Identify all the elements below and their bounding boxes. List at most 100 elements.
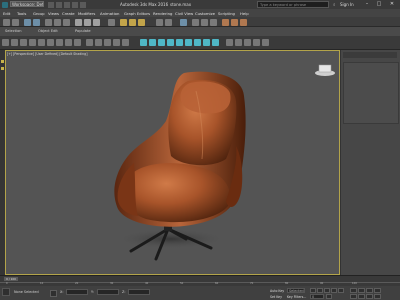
undo-icon[interactable]: [72, 1, 78, 8]
mirror-icon[interactable]: [156, 18, 163, 26]
selected-dropdown[interactable]: Selected: [287, 288, 305, 293]
link-icon[interactable]: [24, 18, 31, 26]
menu-modifiers[interactable]: Modifiers: [78, 11, 95, 16]
save-file-icon[interactable]: [64, 1, 70, 8]
tool-icon[interactable]: [29, 39, 36, 46]
menu-customize[interactable]: Customize: [195, 11, 215, 16]
time-slider[interactable]: 0 / 100 0 10 20 30 40 50 60 70 80 90 100: [0, 275, 400, 286]
field-of-view-icon[interactable]: [350, 294, 357, 299]
menu-civil-view[interactable]: Civil View: [175, 11, 193, 16]
redo-icon[interactable]: [80, 1, 86, 8]
new-file-icon[interactable]: [48, 1, 54, 8]
zoom-extents-icon[interactable]: [366, 288, 373, 293]
undo-icon[interactable]: [3, 18, 10, 26]
snap-toggle-icon[interactable]: [120, 18, 127, 26]
menu-group[interactable]: Group: [33, 11, 45, 16]
material-editor-icon[interactable]: [210, 18, 217, 26]
viewcube-icon[interactable]: [314, 63, 336, 77]
menu-create[interactable]: Create: [62, 11, 75, 16]
menu-views[interactable]: Views: [48, 11, 59, 16]
menu-help[interactable]: Help: [240, 11, 249, 16]
unlink-icon[interactable]: [33, 18, 40, 26]
select-scale-icon[interactable]: [93, 18, 100, 26]
sign-in-button[interactable]: Sign In: [340, 2, 354, 7]
go-to-start-icon[interactable]: [310, 288, 316, 293]
x-coordinate-field[interactable]: [66, 289, 88, 295]
tool-icon[interactable]: [56, 39, 63, 46]
tool-icon[interactable]: [11, 39, 18, 46]
search-input[interactable]: Type a keyword or phrase: [257, 1, 329, 8]
tool-icon[interactable]: [47, 39, 54, 46]
current-frame-field[interactable]: 0: [310, 294, 324, 299]
select-region-icon[interactable]: [63, 18, 70, 26]
lock-selection-icon[interactable]: [50, 289, 57, 297]
time-slider-thumb[interactable]: 0 / 100: [4, 277, 18, 281]
snaps-icon[interactable]: [194, 39, 201, 46]
tool-icon[interactable]: [113, 39, 120, 46]
menu-scripting[interactable]: Scripting: [218, 11, 235, 16]
snaps-icon[interactable]: [158, 39, 165, 46]
open-file-icon[interactable]: [56, 1, 62, 8]
key-filters-button[interactable]: Key Filters...: [287, 295, 306, 299]
set-key-button[interactable]: Set Key: [270, 295, 282, 299]
snaps-icon[interactable]: [212, 39, 219, 46]
tool-icon[interactable]: [74, 39, 81, 46]
z-coordinate-field[interactable]: [128, 289, 150, 295]
tool-icon[interactable]: [2, 39, 9, 46]
zoom-icon[interactable]: [350, 288, 357, 293]
tab-selection[interactable]: Selection: [5, 29, 22, 33]
workspace-dropdown[interactable]: Workspace: Default: [10, 1, 44, 7]
menu-edit[interactable]: Edit: [3, 11, 10, 16]
render-icon[interactable]: [240, 18, 247, 26]
tool-icon[interactable]: [95, 39, 102, 46]
search-icon[interactable]: ⌕: [333, 2, 336, 8]
tool-icon[interactable]: [104, 39, 111, 46]
minimize-button[interactable]: –: [362, 1, 372, 8]
play-icon[interactable]: [324, 288, 330, 293]
pivot-icon[interactable]: [108, 18, 115, 26]
tool-icon[interactable]: [235, 39, 242, 46]
tool-icon[interactable]: [226, 39, 233, 46]
tab-populate[interactable]: Populate: [75, 29, 91, 33]
maxscript-listener-icon[interactable]: [2, 288, 10, 296]
select-object-icon[interactable]: [45, 18, 52, 26]
maximize-button[interactable]: □: [374, 1, 384, 8]
menu-rendering[interactable]: Rendering: [153, 11, 172, 16]
select-by-name-icon[interactable]: [54, 18, 61, 26]
auto-key-button[interactable]: Auto Key: [270, 289, 284, 293]
layer-explorer-icon[interactable]: [180, 18, 187, 26]
zoom-extents-all-icon[interactable]: [374, 288, 381, 293]
app-logo-icon[interactable]: [2, 1, 8, 8]
go-to-end-icon[interactable]: [338, 288, 344, 293]
perspective-viewport[interactable]: [+] [Perspective] [User Defined] [Defaul…: [5, 50, 340, 275]
menu-animation[interactable]: Animation: [100, 11, 119, 16]
menu-graph-editors[interactable]: Graph Editors: [124, 11, 150, 16]
snaps-icon[interactable]: [176, 39, 183, 46]
viewport-label[interactable]: [+] [Perspective] [User Defined] [Defaul…: [7, 52, 87, 56]
command-panel-tabs[interactable]: [343, 52, 397, 58]
snaps-icon[interactable]: [149, 39, 156, 46]
schematic-view-icon[interactable]: [201, 18, 208, 26]
next-frame-icon[interactable]: [331, 288, 337, 293]
time-configuration-icon[interactable]: [326, 294, 332, 299]
tool-icon[interactable]: [253, 39, 260, 46]
render-frame-icon[interactable]: [231, 18, 238, 26]
tool-icon[interactable]: [65, 39, 72, 46]
close-button[interactable]: ✕: [387, 1, 397, 8]
tool-icon[interactable]: [262, 39, 269, 46]
orbit-icon[interactable]: [366, 294, 373, 299]
tool-icon[interactable]: [20, 39, 27, 46]
curve-editor-icon[interactable]: [192, 18, 199, 26]
snaps-icon[interactable]: [167, 39, 174, 46]
snaps-icon[interactable]: [185, 39, 192, 46]
tool-icon[interactable]: [122, 39, 129, 46]
tool-icon[interactable]: [38, 39, 45, 46]
y-coordinate-field[interactable]: [97, 289, 119, 295]
tool-icon[interactable]: [244, 39, 251, 46]
tool-icon[interactable]: [86, 39, 93, 46]
redo-icon[interactable]: [12, 18, 19, 26]
snaps-icon[interactable]: [203, 39, 210, 46]
snaps-icon[interactable]: [140, 39, 147, 46]
select-move-icon[interactable]: [75, 18, 82, 26]
percent-snap-icon[interactable]: [138, 18, 145, 26]
